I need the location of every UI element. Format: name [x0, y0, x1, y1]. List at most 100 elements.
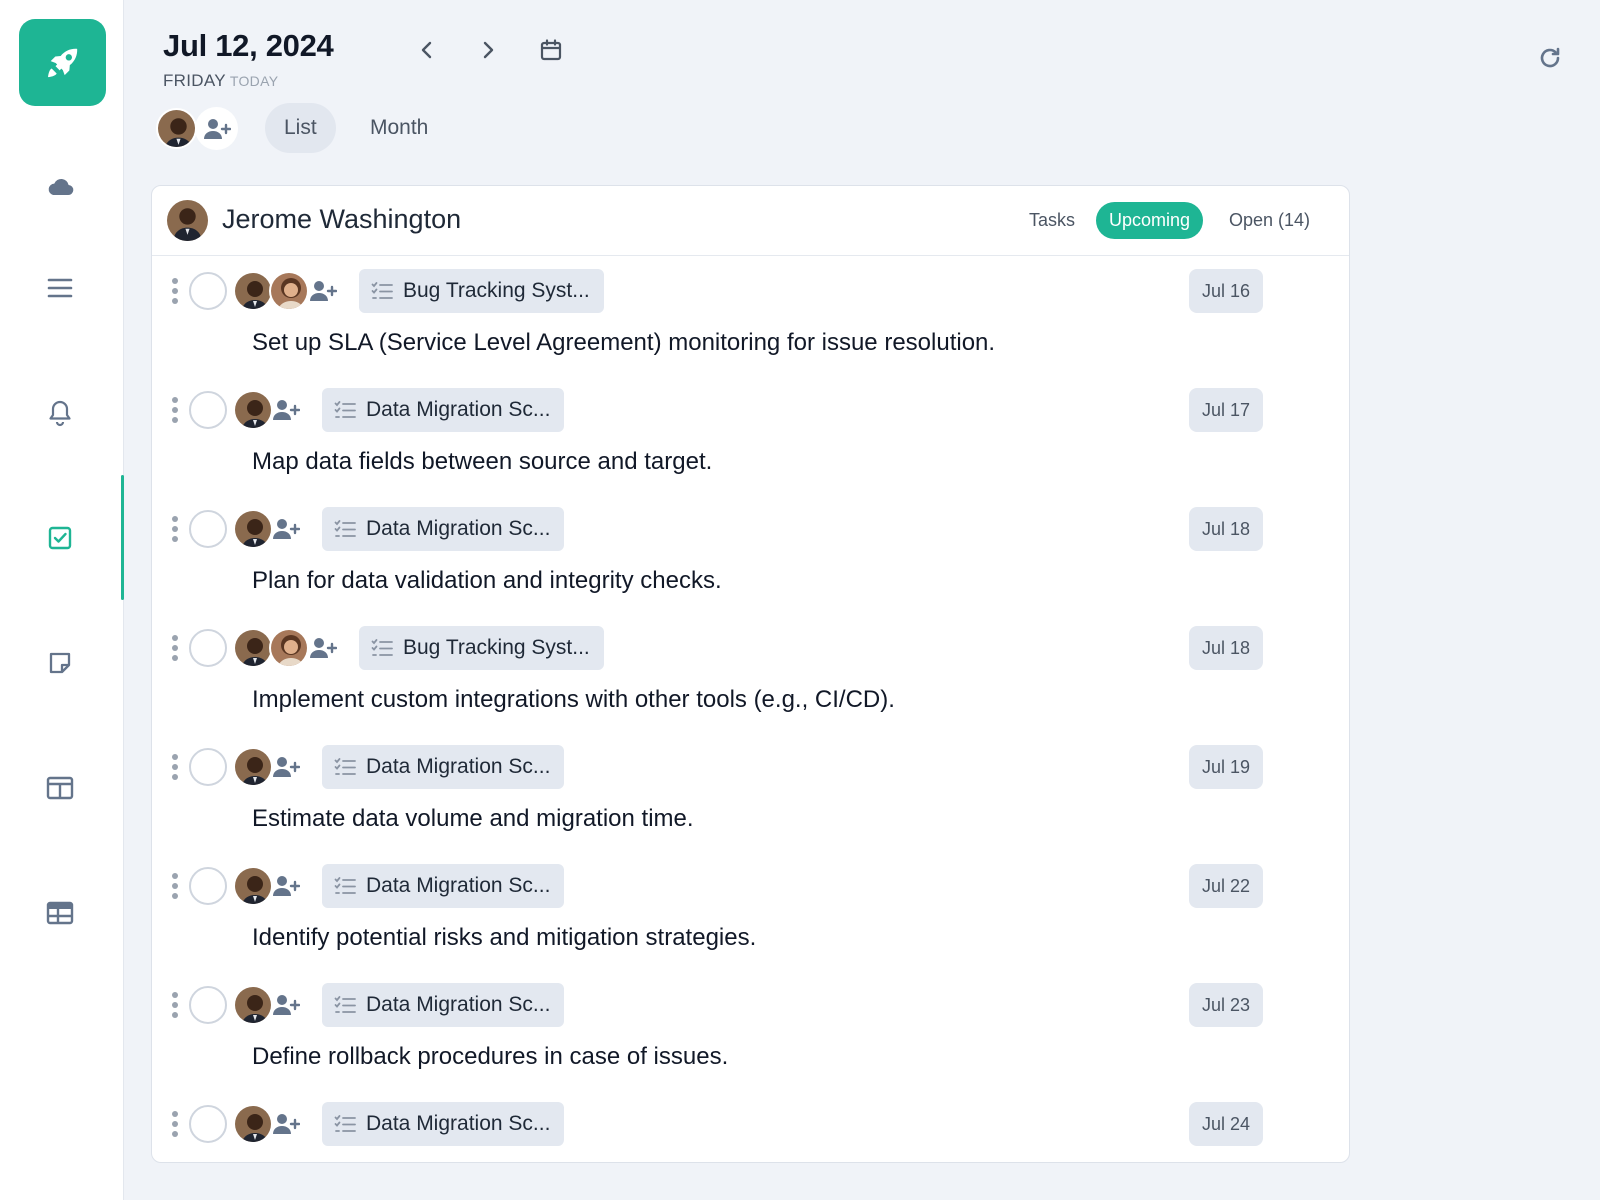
- due-date[interactable]: Jul 16: [1188, 269, 1263, 313]
- project-tag[interactable]: Data Migration Sc...: [322, 507, 565, 551]
- add-assignee-button[interactable]: [270, 871, 302, 901]
- avatar[interactable]: [156, 108, 197, 149]
- drag-handle-icon[interactable]: [170, 992, 180, 1018]
- complete-checkbox[interactable]: [189, 629, 227, 667]
- complete-checkbox[interactable]: [189, 986, 227, 1024]
- assignee-avatar[interactable]: [233, 1104, 273, 1144]
- task-row[interactable]: Bug Tracking Syst... Jul 16 Set up SLA (…: [152, 256, 1349, 375]
- add-assignee-button[interactable]: [270, 990, 302, 1020]
- project-tag[interactable]: Data Migration Sc...: [322, 983, 565, 1027]
- add-assignee-button[interactable]: [270, 395, 302, 425]
- checklist-icon: [334, 1114, 356, 1134]
- user-plus-icon: [309, 636, 337, 660]
- sidebar-item-notes[interactable]: [40, 643, 80, 683]
- task-row[interactable]: Data Migration Sc... Jul 18 Plan for dat…: [152, 494, 1349, 613]
- checklist-icon: [334, 757, 356, 777]
- due-date[interactable]: Jul 19: [1188, 745, 1263, 789]
- complete-checkbox[interactable]: [189, 391, 227, 429]
- assignee-avatar[interactable]: [269, 271, 309, 311]
- assignee-avatar[interactable]: [233, 747, 273, 787]
- task-title[interactable]: Map data fields between source and targe…: [252, 448, 712, 476]
- app-logo-button[interactable]: [19, 19, 106, 106]
- complete-checkbox[interactable]: [189, 867, 227, 905]
- assignee-avatar[interactable]: [233, 271, 273, 311]
- drag-handle-icon[interactable]: [170, 754, 180, 780]
- complete-checkbox[interactable]: [189, 1105, 227, 1143]
- project-tag[interactable]: Bug Tracking Syst...: [359, 269, 604, 313]
- add-assignee-button[interactable]: [270, 1109, 302, 1139]
- next-day-button[interactable]: [468, 30, 508, 70]
- drag-handle-icon[interactable]: [170, 278, 180, 304]
- project-tag[interactable]: Data Migration Sc...: [322, 864, 565, 908]
- complete-checkbox[interactable]: [189, 748, 227, 786]
- assignee-avatar[interactable]: [233, 985, 273, 1025]
- active-nav-indicator: [121, 475, 124, 600]
- due-date[interactable]: Jul 18: [1188, 507, 1263, 551]
- project-name: Data Migration Sc...: [366, 993, 551, 1016]
- drag-handle-icon[interactable]: [170, 516, 180, 542]
- drag-handle-icon[interactable]: [170, 397, 180, 423]
- sidebar-item-tasks[interactable]: [40, 518, 80, 558]
- drag-handle-icon[interactable]: [170, 635, 180, 661]
- add-assignee-button[interactable]: [270, 514, 302, 544]
- task-title[interactable]: Plan for data validation and integrity c…: [252, 567, 722, 595]
- project-name: Data Migration Sc...: [366, 874, 551, 897]
- columns-icon: [46, 776, 74, 800]
- add-assignee-button[interactable]: [307, 633, 339, 663]
- sidebar-item-board[interactable]: [40, 768, 80, 808]
- chevron-right-icon: [478, 40, 498, 60]
- assignee-avatar[interactable]: [233, 509, 273, 549]
- tab-list[interactable]: List: [265, 103, 336, 153]
- owner-name: Jerome Washington: [222, 204, 462, 234]
- task-title[interactable]: Identify potential risks and mitigation …: [252, 924, 756, 952]
- due-date[interactable]: Jul 24: [1188, 1102, 1263, 1146]
- sidebar-item-table[interactable]: [40, 893, 80, 933]
- filter-tasks[interactable]: Tasks: [1016, 202, 1088, 239]
- task-title[interactable]: Define rollback procedures in case of is…: [252, 1043, 728, 1071]
- task-title[interactable]: Implement custom integrations with other…: [252, 686, 895, 714]
- sidebar-item-cloud[interactable]: [40, 167, 80, 207]
- filter-open[interactable]: Open (14): [1216, 202, 1323, 239]
- refresh-button[interactable]: [1530, 38, 1570, 78]
- drag-handle-icon[interactable]: [170, 873, 180, 899]
- task-title[interactable]: Estimate data volume and migration time.: [252, 805, 694, 833]
- task-row[interactable]: Data Migration Sc... Jul 19 Estimate dat…: [152, 732, 1349, 851]
- checklist-icon: [334, 519, 356, 539]
- calendar-icon: [539, 38, 563, 62]
- project-tag[interactable]: Data Migration Sc...: [322, 745, 565, 789]
- drag-handle-icon[interactable]: [170, 1111, 180, 1137]
- assignee-avatar[interactable]: [269, 628, 309, 668]
- due-date[interactable]: Jul 22: [1188, 864, 1263, 908]
- task-row[interactable]: Bug Tracking Syst... Jul 18 Implement cu…: [152, 613, 1349, 732]
- tab-month[interactable]: Month: [351, 103, 447, 153]
- add-assignee-button[interactable]: [270, 752, 302, 782]
- checkbox-icon: [47, 525, 73, 551]
- add-assignee-button[interactable]: [307, 276, 339, 306]
- project-tag[interactable]: Data Migration Sc...: [322, 1102, 565, 1146]
- due-date[interactable]: Jul 18: [1188, 626, 1263, 670]
- task-row[interactable]: Data Migration Sc... Jul 22 Identify pot…: [152, 851, 1349, 970]
- prev-day-button[interactable]: [407, 30, 447, 70]
- add-member-button[interactable]: [195, 107, 238, 150]
- project-name: Data Migration Sc...: [366, 1112, 551, 1135]
- assignee-avatar[interactable]: [233, 866, 273, 906]
- task-row[interactable]: Data Migration Sc... Jul 23 Define rollb…: [152, 970, 1349, 1089]
- task-row[interactable]: Data Migration Sc... Jul 17 Map data fie…: [152, 375, 1349, 494]
- task-row[interactable]: Data Migration Sc... Jul 24: [152, 1089, 1349, 1162]
- complete-checkbox[interactable]: [189, 510, 227, 548]
- calendar-picker-button[interactable]: [531, 30, 571, 70]
- project-tag[interactable]: Data Migration Sc...: [322, 388, 565, 432]
- sidebar-item-notifications[interactable]: [40, 393, 80, 433]
- bell-icon: [47, 399, 73, 427]
- task-title[interactable]: Set up SLA (Service Level Agreement) mon…: [252, 329, 995, 357]
- filter-upcoming[interactable]: Upcoming: [1096, 202, 1204, 239]
- project-name: Data Migration Sc...: [366, 398, 551, 421]
- assignee-avatar[interactable]: [233, 628, 273, 668]
- complete-checkbox[interactable]: [189, 272, 227, 310]
- project-tag[interactable]: Bug Tracking Syst...: [359, 626, 604, 670]
- assignee-avatar[interactable]: [233, 390, 273, 430]
- due-date[interactable]: Jul 17: [1188, 388, 1263, 432]
- due-date[interactable]: Jul 23: [1188, 983, 1263, 1027]
- table-icon: [46, 901, 74, 925]
- sidebar-item-list[interactable]: [40, 268, 80, 308]
